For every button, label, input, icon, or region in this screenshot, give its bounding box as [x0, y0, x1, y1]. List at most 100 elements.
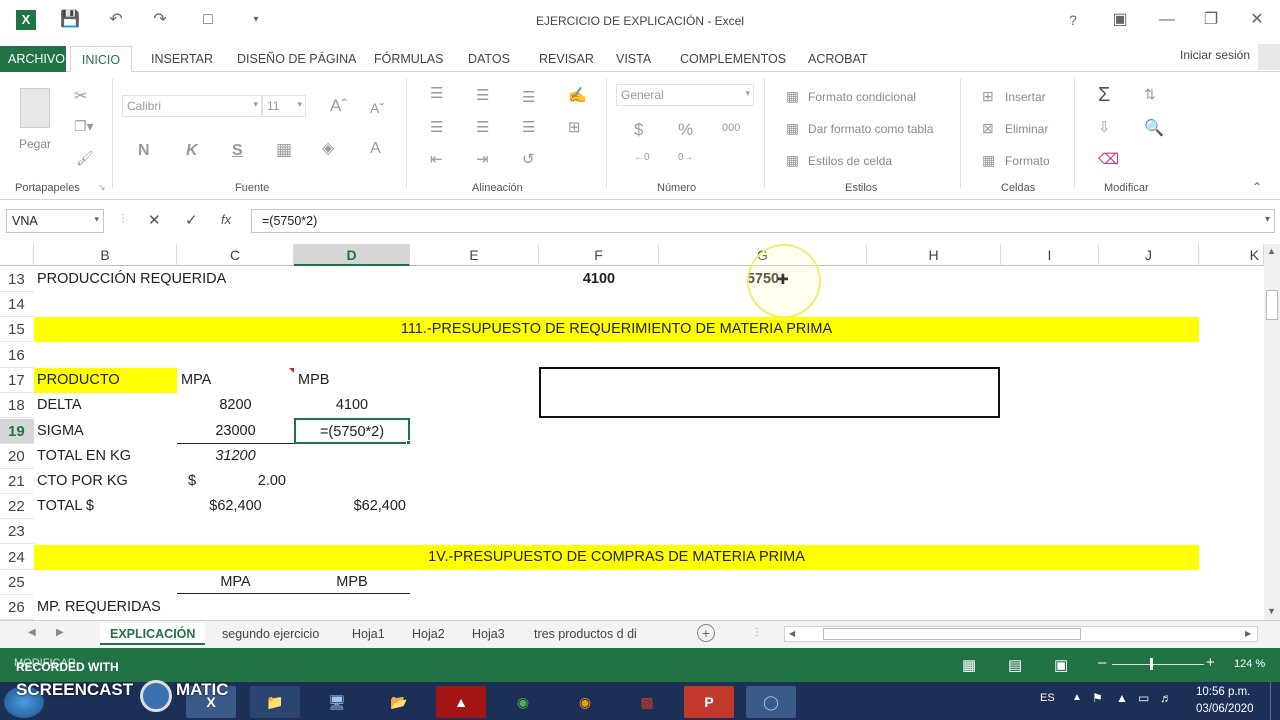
cell-b17[interactable]: PRODUCTO: [37, 368, 120, 393]
paste-icon[interactable]: [20, 88, 50, 128]
clock-date[interactable]: 03/06/2020: [1196, 703, 1254, 715]
conditional-format-icon[interactable]: ▦: [786, 88, 799, 105]
row-header-20[interactable]: 20: [0, 444, 34, 469]
cell-c25[interactable]: MPA: [177, 570, 294, 595]
tab-inicio[interactable]: INICIO: [70, 46, 132, 72]
show-desktop-button[interactable]: [1270, 682, 1280, 720]
insert-function-icon[interactable]: fx: [221, 212, 231, 227]
name-box[interactable]: VNA ▾: [6, 209, 104, 233]
row-header-14[interactable]: 14: [0, 292, 34, 317]
cell-b18[interactable]: DELTA: [37, 393, 82, 418]
row-header-25[interactable]: 25: [0, 570, 34, 595]
row-header-26[interactable]: 26: [0, 595, 34, 620]
table-format-button[interactable]: Dar formato como tabla: [808, 122, 933, 136]
confirm-entry-icon[interactable]: ✓: [185, 211, 198, 229]
taskbar-folder[interactable]: 📂: [374, 686, 424, 718]
fill-handle[interactable]: [406, 440, 411, 445]
column-header-e[interactable]: E: [410, 244, 539, 266]
align-top-icon[interactable]: ☰: [430, 84, 443, 102]
row-header-21[interactable]: 21: [0, 469, 34, 494]
clear-icon[interactable]: ⌫: [1098, 150, 1119, 168]
scroll-up-icon[interactable]: ▲: [1267, 246, 1276, 256]
tab-datos[interactable]: DATOS: [460, 46, 518, 72]
taskbar-acrobat[interactable]: ▲: [436, 686, 486, 718]
add-sheet-icon[interactable]: +: [697, 624, 715, 642]
column-header-k[interactable]: K: [1199, 244, 1264, 266]
cell-styles-button[interactable]: Estilos de celda: [808, 154, 892, 168]
drawn-rectangle-shape[interactable]: [539, 367, 1000, 418]
cut-icon[interactable]: ✂: [74, 86, 87, 106]
zoom-level[interactable]: 124 %: [1234, 658, 1265, 670]
increase-decimal-icon[interactable]: ←0: [634, 152, 650, 163]
taskbar-chrome[interactable]: ◉: [498, 686, 548, 718]
font-size-select[interactable]: 11 ▾: [262, 95, 306, 117]
row-header-24[interactable]: 24: [0, 545, 34, 570]
column-header-j[interactable]: J: [1099, 244, 1199, 266]
page-break-view-icon[interactable]: ▣: [1054, 656, 1068, 674]
signin-link[interactable]: Iniciar sesión: [1172, 42, 1258, 68]
vertical-scrollbar[interactable]: ▲ ▼: [1264, 244, 1280, 620]
underline-button[interactable]: S: [232, 142, 243, 160]
cell-c21[interactable]: 2.00: [230, 469, 286, 494]
tab-revisar[interactable]: REVISAR: [531, 46, 602, 72]
taskbar-winrar[interactable]: ▩: [622, 686, 672, 718]
align-right-icon[interactable]: ☰: [522, 118, 535, 136]
paste-button-label[interactable]: Pegar: [19, 137, 51, 151]
collapse-ribbon-icon[interactable]: ⌃: [1252, 180, 1262, 194]
insert-cells-icon[interactable]: ⊞: [982, 88, 994, 105]
fill-color-icon[interactable]: ◈: [322, 138, 334, 158]
cell-b26[interactable]: MP. REQUERIDAS: [37, 595, 161, 620]
column-header-b[interactable]: B: [34, 244, 177, 266]
row-header-23[interactable]: 23: [0, 519, 34, 544]
tab-complementos[interactable]: COMPLEMENTOS: [672, 46, 794, 72]
taskbar-powerpoint[interactable]: P: [684, 686, 734, 718]
cell-b20[interactable]: TOTAL EN KG: [37, 444, 131, 469]
section-title-compras[interactable]: 1V.-PRESUPUESTO DE COMPRAS DE MATERIA PR…: [34, 545, 1199, 570]
align-middle-icon[interactable]: ☰: [476, 86, 489, 104]
shrink-font-icon[interactable]: Aˇ: [370, 100, 384, 116]
align-center-icon[interactable]: ☰: [476, 118, 489, 136]
zoom-in-icon[interactable]: +: [1206, 654, 1215, 671]
delete-cells-button[interactable]: Eliminar: [1005, 122, 1048, 136]
row-header-22[interactable]: 22: [0, 494, 34, 519]
cell-b21[interactable]: CTO POR KG: [37, 469, 128, 494]
row-header-19[interactable]: 19: [0, 419, 34, 444]
ribbon-display-icon[interactable]: ▣: [1110, 10, 1130, 30]
cell-c20[interactable]: 31200: [177, 444, 294, 469]
sheet-tab-tres-productos[interactable]: tres productos d di: [524, 623, 647, 645]
clock-time[interactable]: 10:56 p.m.: [1196, 686, 1250, 698]
wrap-text-icon[interactable]: ↺: [522, 150, 535, 168]
orientation-icon[interactable]: ✍: [568, 86, 587, 104]
tab-insertar[interactable]: INSERTAR: [143, 46, 221, 72]
tab-diseno[interactable]: DISEÑO DE PÁGINA: [229, 46, 364, 72]
cell-b22[interactable]: TOTAL $: [37, 494, 94, 519]
flag-icon[interactable]: ⚑: [1092, 691, 1103, 705]
conditional-format-button[interactable]: Formato condicional: [808, 90, 916, 104]
cell-c19[interactable]: 23000: [177, 419, 294, 444]
taskbar-browser[interactable]: ◉: [560, 686, 610, 718]
cell-styles-icon[interactable]: ▦: [786, 152, 799, 169]
worksheet-grid[interactable]: B C D E F G H I J K 13 14 15 16 17 18 19…: [0, 244, 1264, 620]
column-header-h[interactable]: H: [867, 244, 1001, 266]
language-indicator[interactable]: ES: [1040, 692, 1055, 704]
italic-button[interactable]: K: [186, 142, 198, 160]
tray-expand-icon[interactable]: ▲: [1072, 692, 1082, 703]
cell-b13[interactable]: PRODUCCIÓN REQUERIDA: [37, 267, 226, 292]
row-header-17[interactable]: 17: [0, 368, 34, 393]
cell-b19[interactable]: SIGMA: [37, 419, 84, 444]
battery-icon[interactable]: ▭: [1138, 691, 1149, 705]
cell-d18[interactable]: 4100: [294, 393, 410, 418]
sheet-tab-hoja3[interactable]: Hoja3: [462, 623, 515, 645]
hscroll-thumb[interactable]: [823, 628, 1081, 640]
prev-sheet-icon[interactable]: ◀: [28, 627, 36, 638]
zoom-out-icon[interactable]: –: [1098, 654, 1106, 671]
expand-formula-icon[interactable]: ▾: [1265, 214, 1270, 225]
minimize-icon[interactable]: —: [1157, 10, 1177, 30]
cell-d25[interactable]: MPB: [294, 570, 410, 595]
align-bottom-icon[interactable]: ☰: [522, 88, 535, 106]
cancel-entry-icon[interactable]: ✕: [148, 211, 161, 229]
restore-icon[interactable]: ❐: [1201, 10, 1221, 30]
taskbar-app[interactable]: 🖥: [312, 686, 362, 718]
sheet-tab-hoja2[interactable]: Hoja2: [402, 623, 455, 645]
borders-icon[interactable]: ▦: [276, 140, 292, 160]
